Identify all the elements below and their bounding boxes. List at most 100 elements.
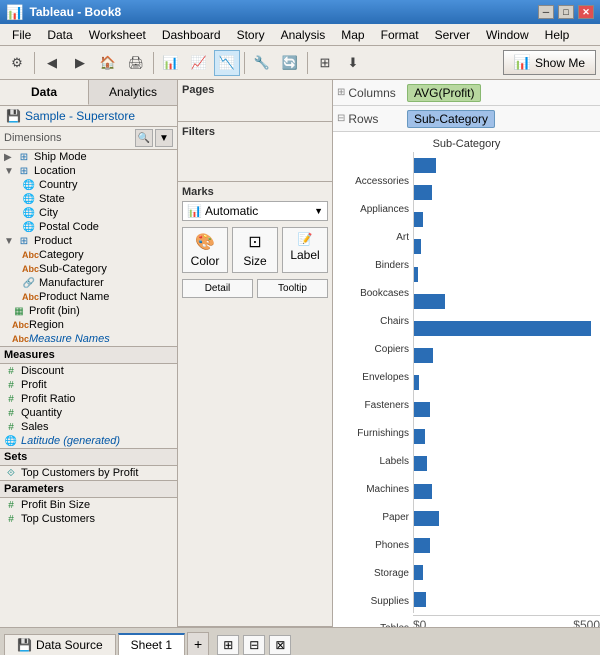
- field-sales[interactable]: # Sales: [0, 420, 177, 434]
- bar-row-1[interactable]: [414, 179, 600, 206]
- tab-data[interactable]: Data: [0, 80, 89, 105]
- bar-row-4[interactable]: [414, 261, 600, 288]
- bar-row-15[interactable]: [414, 559, 600, 586]
- field-location[interactable]: ▼ ⊞ Location: [0, 164, 177, 178]
- menu-window[interactable]: Window: [478, 26, 537, 44]
- marks-type-dropdown[interactable]: 📊 Automatic ▼: [182, 201, 328, 221]
- toolbar-home[interactable]: 🏠: [95, 50, 121, 76]
- field-sub-category[interactable]: Abc Sub-Category: [0, 262, 177, 276]
- field-product[interactable]: ▼ ⊞ Product: [0, 234, 177, 248]
- bar-row-16[interactable]: [414, 586, 600, 613]
- hash-icon-quantity: #: [4, 408, 18, 419]
- bar-row-10[interactable]: [414, 423, 600, 450]
- show-me-button[interactable]: 📊 Show Me: [503, 50, 596, 75]
- tooltip-button[interactable]: Tooltip: [257, 279, 328, 298]
- toolbar-chart3[interactable]: 📉: [214, 50, 240, 76]
- field-ship-mode[interactable]: ▶ ⊞ Ship Mode: [0, 150, 177, 164]
- menu-server[interactable]: Server: [427, 26, 478, 44]
- toolbar-refresh[interactable]: ⚙: [4, 50, 30, 76]
- bar-row-6[interactable]: [414, 315, 600, 342]
- hash-icon-profit-ratio: #: [4, 394, 18, 405]
- tab-sheet1[interactable]: Sheet 1: [118, 633, 185, 655]
- search-button[interactable]: 🔍: [135, 129, 153, 147]
- bar-row-2[interactable]: [414, 206, 600, 233]
- columns-pill[interactable]: AVG(Profit): [407, 84, 481, 102]
- field-manufacturer[interactable]: 🔗 Manufacturer: [0, 276, 177, 290]
- field-region[interactable]: Abc Region: [0, 318, 177, 332]
- data-source[interactable]: 💾 Sample - Superstore: [0, 106, 177, 127]
- bar-row-8[interactable]: [414, 369, 600, 396]
- toolbar-chart1[interactable]: 📊: [158, 50, 184, 76]
- toolbar-back[interactable]: ◀: [39, 50, 65, 76]
- toolbar-forward[interactable]: ▶: [67, 50, 93, 76]
- field-city[interactable]: 🌐 City: [0, 206, 177, 220]
- field-profit[interactable]: # Profit: [0, 378, 177, 392]
- field-latitude[interactable]: 🌐 Latitude (generated): [0, 434, 177, 448]
- menu-data[interactable]: Data: [39, 26, 80, 44]
- label-product: Product: [34, 235, 72, 247]
- size-button[interactable]: ⊡ Size: [232, 227, 278, 273]
- close-button[interactable]: ✕: [578, 5, 594, 19]
- field-state[interactable]: 🌐 State: [0, 192, 177, 206]
- toolbar-chart2[interactable]: 📈: [186, 50, 212, 76]
- menu-analysis[interactable]: Analysis: [273, 26, 334, 44]
- color-button[interactable]: 🎨 Color: [182, 227, 228, 273]
- sheet-list-btn[interactable]: ⊟: [243, 635, 265, 655]
- maximize-button[interactable]: □: [558, 5, 574, 19]
- field-postal-code[interactable]: 🌐 Postal Code: [0, 220, 177, 234]
- add-sheet-button[interactable]: +: [187, 632, 209, 655]
- search-row: Dimensions 🔍 ▼: [0, 127, 177, 150]
- label-category: Category: [39, 249, 84, 261]
- color-label: Color: [191, 254, 220, 268]
- toolbar-sep-4: [307, 52, 308, 74]
- sheet-table-btn[interactable]: ⊠: [269, 635, 291, 655]
- bar-row-13[interactable]: [414, 505, 600, 532]
- field-profit-ratio[interactable]: # Profit Ratio: [0, 392, 177, 406]
- chart-label-14: Storage: [333, 559, 413, 587]
- menu-worksheet[interactable]: Worksheet: [81, 26, 154, 44]
- toolbar-refresh2[interactable]: 🔄: [277, 50, 303, 76]
- detail-button[interactable]: Detail: [182, 279, 253, 298]
- tab-data-source[interactable]: 💾 Data Source: [4, 634, 116, 655]
- toolbar-download[interactable]: ⬇: [340, 50, 366, 76]
- filter-button[interactable]: ▼: [155, 129, 173, 147]
- sheet-grid-btn[interactable]: ⊞: [217, 635, 239, 655]
- menu-story[interactable]: Story: [229, 26, 273, 44]
- menu-help[interactable]: Help: [537, 26, 578, 44]
- minimize-button[interactable]: ─: [538, 5, 554, 19]
- tab-analytics[interactable]: Analytics: [89, 80, 177, 105]
- menu-file[interactable]: File: [4, 26, 39, 44]
- expander-ship-mode: ▶: [4, 152, 14, 163]
- expander-location: ▼: [4, 166, 14, 177]
- bar-row-7[interactable]: [414, 342, 600, 369]
- field-product-name[interactable]: Abc Product Name: [0, 290, 177, 304]
- bar-row-5[interactable]: [414, 288, 600, 315]
- menu-map[interactable]: Map: [333, 26, 372, 44]
- field-discount[interactable]: # Discount: [0, 364, 177, 378]
- bar-row-0[interactable]: [414, 152, 600, 179]
- menu-dashboard[interactable]: Dashboard: [154, 26, 229, 44]
- bar-row-11[interactable]: [414, 450, 600, 477]
- toolbar-sep-2: [153, 52, 154, 74]
- field-top-customers-set[interactable]: ⟐ Top Customers by Profit: [0, 466, 177, 480]
- bar-row-12[interactable]: [414, 478, 600, 505]
- toolbar-table[interactable]: ⊞: [312, 50, 338, 76]
- label-button[interactable]: 📝 Label: [282, 227, 328, 273]
- bar-row-3[interactable]: [414, 233, 600, 260]
- field-quantity[interactable]: # Quantity: [0, 406, 177, 420]
- field-top-customers-param[interactable]: # Top Customers: [0, 512, 177, 526]
- field-profit-bin-size[interactable]: # Profit Bin Size: [0, 498, 177, 512]
- field-measure-names[interactable]: Abc Measure Names: [0, 332, 177, 346]
- label-measure-names: Measure Names: [29, 333, 110, 345]
- rows-pill[interactable]: Sub-Category: [407, 110, 495, 128]
- field-profit-bin[interactable]: ▦ Profit (bin): [0, 304, 177, 318]
- bar-row-14[interactable]: [414, 532, 600, 559]
- field-country[interactable]: 🌐 Country: [0, 178, 177, 192]
- menu-format[interactable]: Format: [373, 26, 427, 44]
- text-icon-measure-names: Abc: [12, 334, 26, 344]
- field-category[interactable]: Abc Category: [0, 248, 177, 262]
- toolbar-filter[interactable]: 🔧: [249, 50, 275, 76]
- bar-row-9[interactable]: [414, 396, 600, 423]
- toolbar-print[interactable]: 🖨: [123, 50, 149, 76]
- hash-icon-sales: #: [4, 422, 18, 433]
